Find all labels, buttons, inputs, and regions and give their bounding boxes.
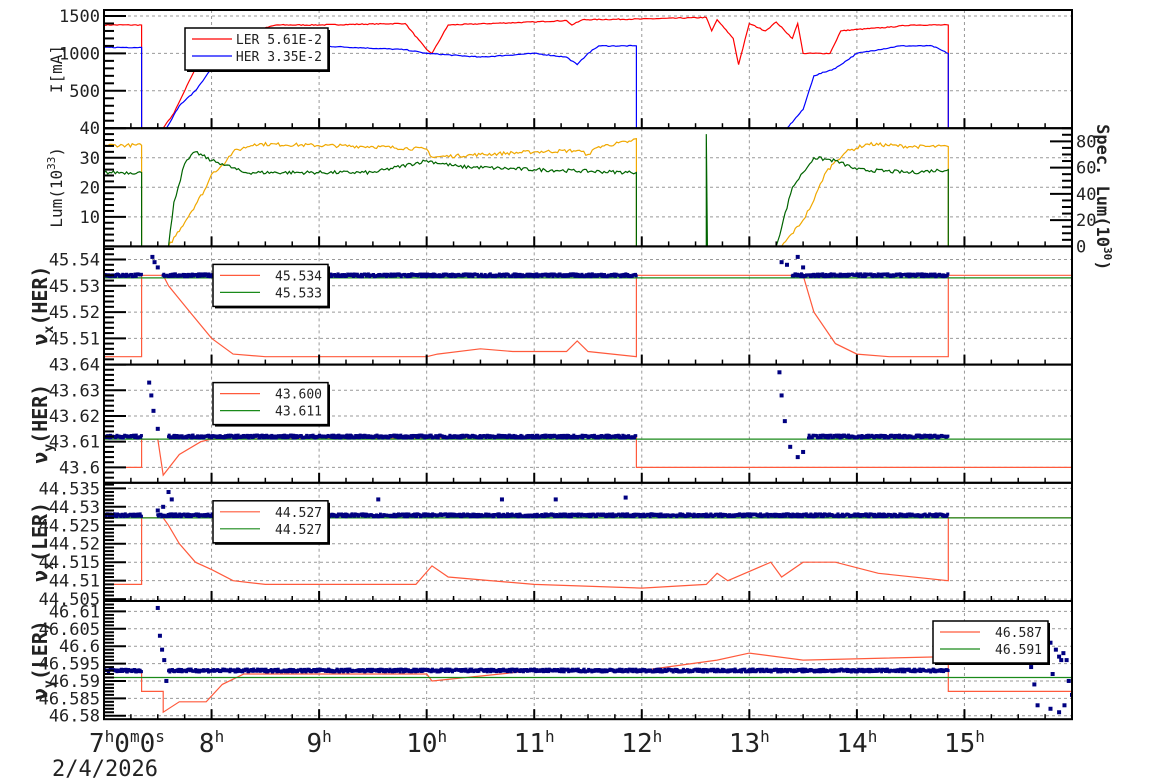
data-point: [634, 434, 638, 438]
data-point: [634, 274, 638, 278]
label-text: ν: [28, 334, 52, 346]
data-point: [155, 426, 160, 431]
data-point: [155, 508, 160, 513]
legend-entry: 45.534: [275, 269, 322, 284]
data-point: [169, 497, 174, 502]
data-point: [779, 393, 784, 398]
data-point: [553, 497, 558, 502]
label-text: Lum(10: [47, 170, 66, 228]
tune-monitor-chart: 50010001500I[mA]LER 5.61E-2HER 3.35E-210…: [28, 7, 1114, 782]
data-point: [801, 449, 806, 454]
data-point: [155, 265, 160, 270]
label-sup: 30: [1101, 247, 1114, 260]
legend-entry: 44.527: [275, 523, 322, 538]
data-point: [795, 455, 800, 460]
y-tick-label: 45.54: [49, 251, 100, 271]
series-line-spec-lum: [104, 138, 1072, 247]
y-axis-label: Lum(1033): [45, 147, 66, 228]
data-point: [946, 434, 950, 438]
legend-entry: HER 3.35E-2: [236, 50, 322, 65]
label-text: ν: [28, 452, 52, 464]
data-point: [376, 497, 381, 502]
data-point: [946, 272, 950, 276]
label-text: Spec. Lum(10: [1092, 124, 1112, 247]
label-text: I[mA]: [47, 45, 66, 93]
data-point: [147, 380, 152, 385]
y-axis-label: I[mA]: [47, 45, 66, 93]
label-end: ): [47, 147, 66, 157]
label-end: (HER): [28, 384, 52, 444]
legend-entry: 43.600: [275, 388, 322, 403]
y-tick-label: 44.535: [39, 479, 100, 499]
data-point: [777, 370, 782, 375]
y-tick-label: 44.52: [49, 535, 100, 555]
data-point: [139, 434, 143, 438]
series-group: [104, 134, 1072, 247]
data-point: [152, 260, 157, 265]
label-text: ν: [28, 570, 52, 582]
data-point: [149, 393, 154, 398]
data-point: [151, 408, 156, 413]
series-line-lum: [104, 134, 1072, 247]
data-point: [788, 444, 793, 449]
data-point: [161, 504, 166, 509]
right-y-tick-label: 0: [1076, 237, 1086, 257]
label-end: (HER): [28, 265, 52, 325]
label-end: (LER): [28, 502, 52, 562]
label-sub: x: [42, 326, 57, 334]
data-point: [139, 514, 143, 518]
data-point: [623, 495, 628, 500]
y-tick-label: 43.62: [49, 407, 100, 427]
legend-entry: 45.533: [275, 286, 322, 301]
y-tick-label: 43.63: [49, 381, 100, 401]
panel-2: 45.5145.5245.5345.54νx(HER) 45.53445.533: [28, 245, 1073, 366]
data-point: [801, 265, 806, 270]
data-point: [166, 490, 171, 495]
label-sub: y: [42, 444, 57, 452]
data-point: [150, 254, 155, 259]
panel-3: 43.643.6143.6243.6343.64νy(HER) 43.60043.…: [28, 356, 1073, 484]
label-end: ): [1092, 260, 1112, 270]
data-point: [795, 254, 800, 259]
y-tick-label: 44.51: [49, 572, 100, 592]
right-axis-label: Spec. Lum(1030): [1092, 124, 1114, 270]
y-tick-label: 43.64: [49, 356, 100, 376]
y-tick-label: 40: [80, 119, 100, 139]
data-point: [782, 419, 787, 424]
y-tick-label: 44.53: [49, 498, 100, 518]
y-tick-label: 30: [80, 149, 100, 169]
series-line-setpoint: [104, 435, 1072, 477]
panel-5: 46.5846.58546.5946.59546.646.60546.61νy(…: [28, 600, 1073, 727]
y-tick-label: 45.52: [49, 303, 100, 323]
legend-entry: 43.611: [275, 405, 322, 420]
y-tick-label: 20: [80, 178, 100, 198]
panel-1: 10203040Lum(1033)020406080Spec. Lum(1030…: [45, 119, 1114, 270]
data-point: [784, 262, 789, 267]
panel-0: 50010001500I[mA]LER 5.61E-2HER 3.35E-2: [47, 7, 1073, 130]
legend-entry: LER 5.61E-2: [236, 33, 322, 48]
legend-entry: 44.527: [275, 506, 322, 521]
data-point: [139, 670, 143, 674]
data-point: [946, 512, 950, 516]
label-sup: 33: [45, 157, 58, 170]
label-sub: x: [42, 562, 57, 570]
data-point: [139, 272, 143, 276]
y-tick-label: 1500: [59, 7, 100, 27]
series-line-setpoint: [104, 652, 1072, 714]
data-point: [779, 260, 784, 265]
y-tick-label: 43.6: [59, 458, 100, 478]
y-tick-label: 45.53: [49, 277, 100, 297]
y-tick-label: 10: [80, 208, 100, 228]
panel-4: 44.50544.5144.51544.5244.52544.5344.535ν…: [28, 479, 1073, 610]
data-point: [499, 497, 504, 502]
y-tick-label: 500: [69, 82, 100, 102]
